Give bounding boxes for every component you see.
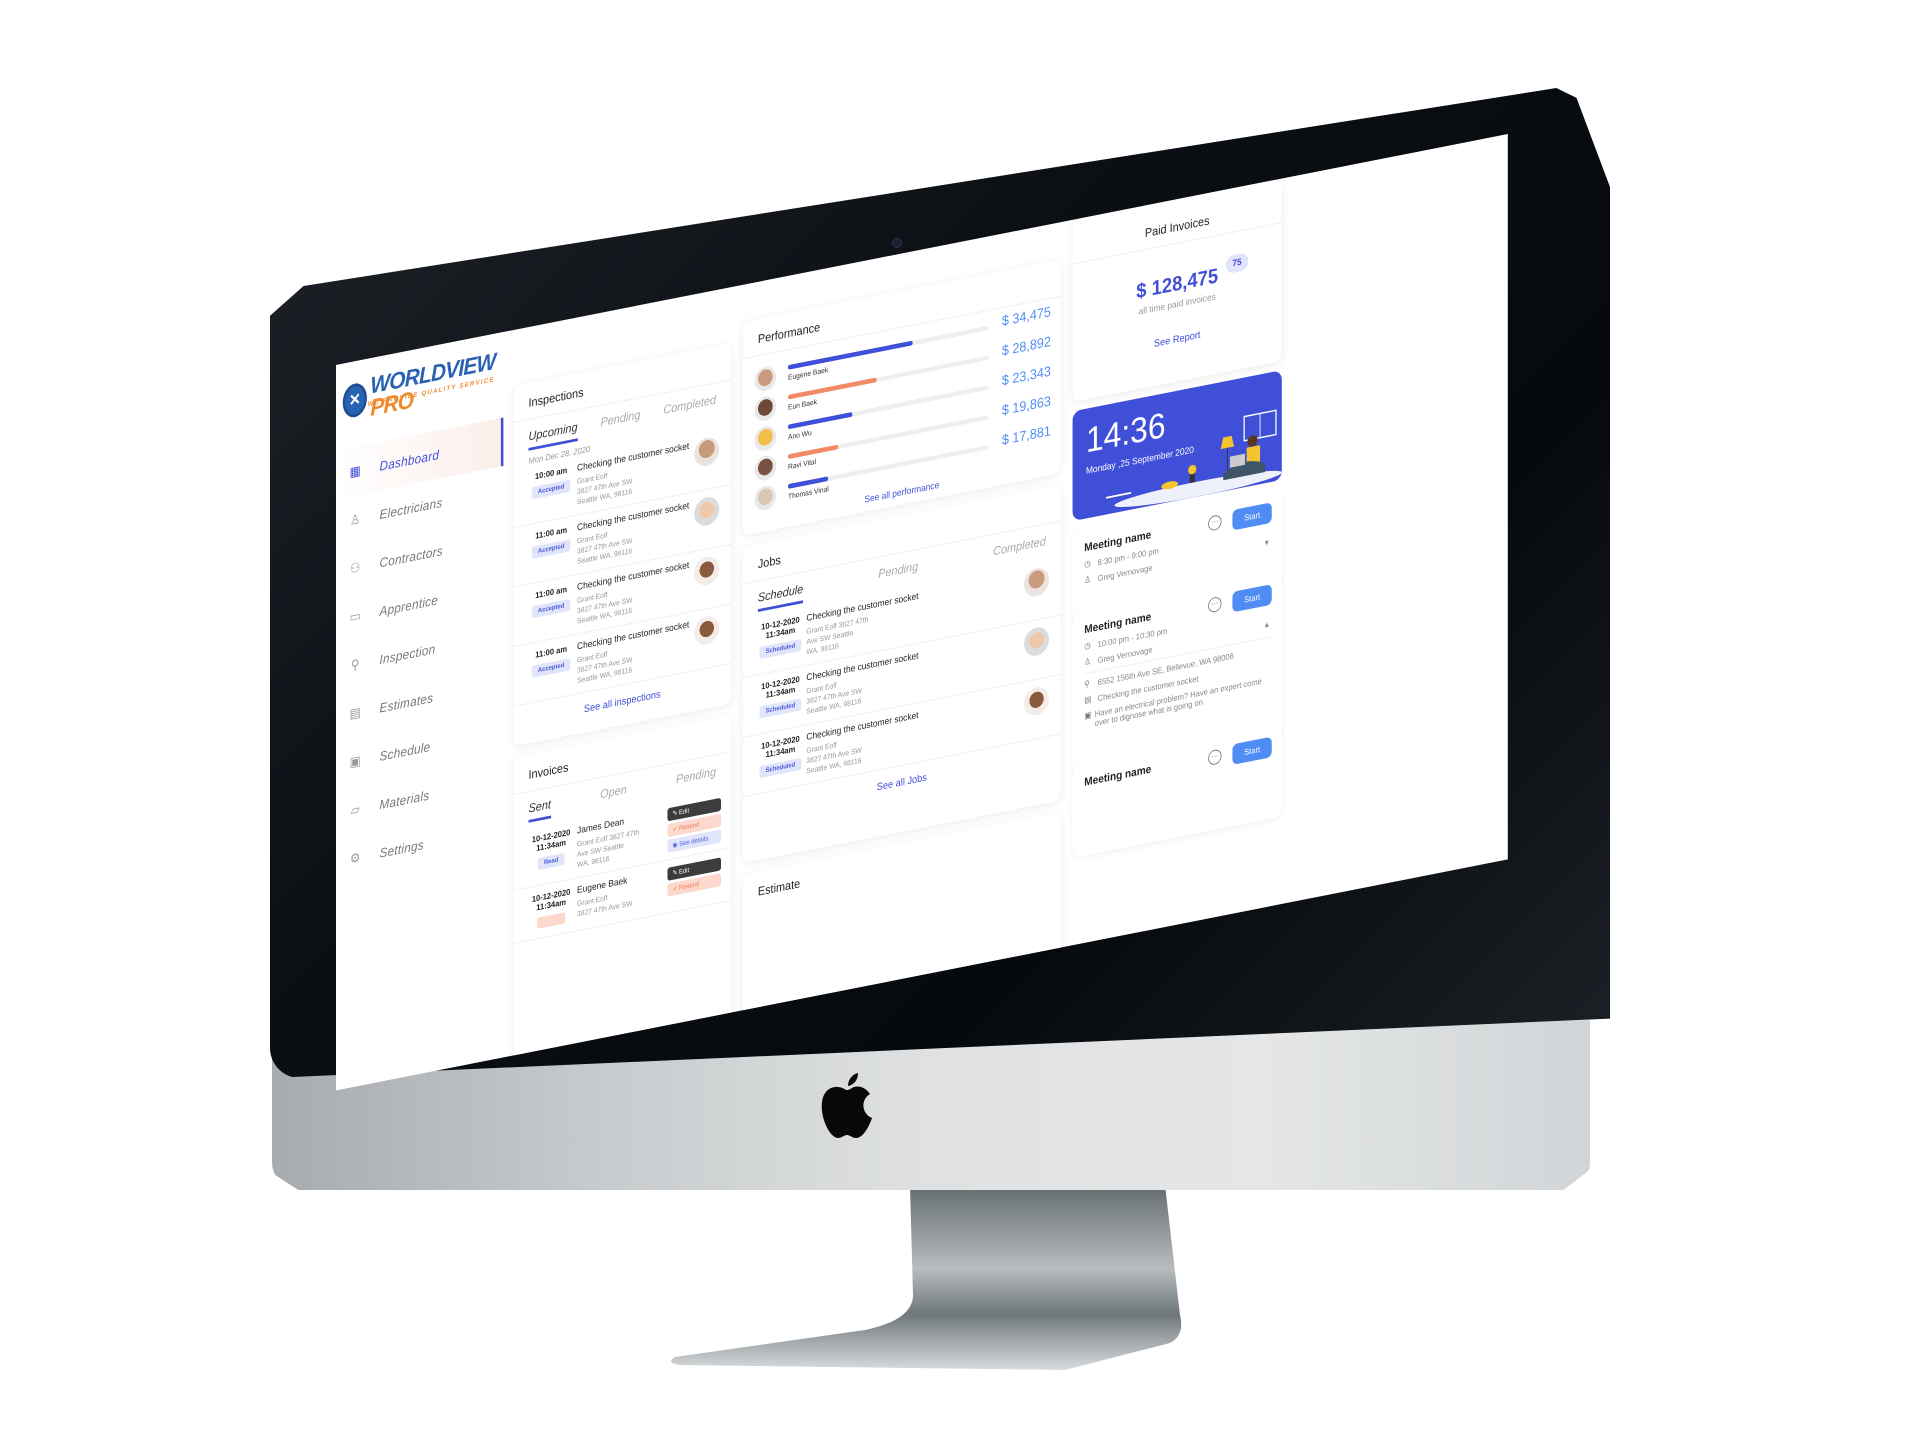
edit-label: Edit	[679, 807, 690, 817]
tab-open[interactable]: Open	[600, 782, 627, 809]
sidebar-item-label: Materials	[379, 787, 430, 813]
jobs-card: Jobs Schedule Pending Completed 10-12-20…	[742, 484, 1061, 864]
estimates-document-icon: ▤	[349, 703, 361, 721]
brand-logo[interactable]: ✕ WORLDVIEW PRO	[342, 348, 504, 425]
more-options-button[interactable]: ···	[1208, 595, 1222, 614]
electrician-icon: ♙	[349, 510, 361, 528]
user-icon: ♙	[1084, 574, 1092, 585]
screen-area: ✕ WORLDVIEW PRO WE PROVIDE QUALITY SERVI…	[326, 134, 1536, 1091]
resend-label: Resend	[679, 821, 700, 833]
tab-sent[interactable]: Sent	[528, 796, 551, 823]
wrench-logo-icon: ✕	[342, 381, 368, 420]
avatar	[754, 483, 777, 513]
calendar-clock-icon: ▣	[349, 752, 361, 770]
apple-logo-icon	[821, 1073, 872, 1138]
task-document-icon: ▤	[1084, 694, 1092, 705]
status-badge: Scheduled	[759, 698, 802, 719]
sidebar: ✕ WORLDVIEW PRO WE PROVIDE QUALITY SERVI…	[336, 332, 504, 1091]
gear-icon: ⚙	[349, 848, 361, 866]
paid-invoices-card: Paid Invoices 75 $ 128,475 all time paid…	[1072, 178, 1282, 403]
user-icon: ♙	[1084, 656, 1092, 667]
contractors-icon: ⚇	[349, 558, 361, 576]
sidebar-item-label: Contractors	[379, 542, 443, 571]
sidebar-item-label: Schedule	[379, 738, 431, 764]
materials-folder-icon: ▱	[350, 800, 360, 818]
tab-pending[interactable]: Pending	[676, 764, 716, 793]
dashboard-screen: ✕ WORLDVIEW PRO WE PROVIDE QUALITY SERVI…	[336, 134, 1508, 1091]
performance-name: Ano Wu	[787, 428, 812, 442]
performance-name: Ravi Vital	[787, 457, 817, 472]
status-badge: Scheduled	[759, 638, 802, 660]
start-meeting-button[interactable]: Start	[1232, 736, 1272, 765]
details-label: See details	[679, 835, 709, 848]
dashboard-grid-icon: ▦	[349, 461, 361, 480]
more-options-button[interactable]: ···	[1208, 748, 1222, 766]
sidebar-nav: ▦ Dashboard ♙ Electricians ⚇ Contractors…	[336, 417, 504, 886]
status-badge: Accepted	[532, 539, 571, 559]
apprentice-card-icon: ▭	[349, 607, 361, 625]
sidebar-item-label: Dashboard	[379, 446, 440, 474]
avatar	[754, 364, 777, 394]
inspections-card: Inspections Upcoming Pending Completed M…	[513, 342, 732, 747]
location-pin-icon: ⚲	[1084, 678, 1090, 689]
avatar	[754, 424, 777, 453]
performance-value: $ 34,475	[1001, 304, 1051, 330]
clock-icon: ◷	[1084, 558, 1091, 570]
description-calendar-icon: ▣	[1084, 709, 1092, 721]
status-badge: Accepted	[532, 658, 571, 678]
magnifier-icon: ⚲	[350, 655, 360, 673]
resend-label: Resend	[679, 881, 700, 892]
paid-invoices-title: Paid Invoices	[1072, 178, 1282, 265]
more-options-button[interactable]: ···	[1208, 514, 1222, 532]
status-badge: Accepted	[532, 598, 571, 619]
sidebar-item-label: Inspection	[379, 641, 436, 668]
status-badge: Accepted	[532, 479, 571, 500]
performance-name: Eun Baek	[787, 397, 818, 412]
clock-icon: ◷	[1084, 640, 1091, 651]
status-badge: Read	[538, 852, 565, 871]
edit-label: Edit	[679, 867, 690, 876]
sidebar-item-label: Electricians	[379, 494, 443, 522]
chevron-down-icon[interactable]: ▼	[1263, 538, 1270, 548]
status-badge	[536, 912, 566, 929]
sidebar-item-label: Settings	[379, 836, 424, 861]
avatar	[754, 394, 777, 423]
chevron-up-icon[interactable]: ▲	[1263, 620, 1270, 630]
status-badge: Scheduled	[759, 757, 802, 779]
tab-pending[interactable]: Pending	[878, 559, 918, 588]
sidebar-item-label: Estimates	[379, 689, 434, 716]
monitor-stand	[665, 1185, 1185, 1375]
inspections-list: 10:00 am Accepted Checking the customer s…	[513, 425, 732, 707]
sidebar-item-label: Apprentice	[379, 592, 439, 619]
avatar	[754, 453, 777, 483]
